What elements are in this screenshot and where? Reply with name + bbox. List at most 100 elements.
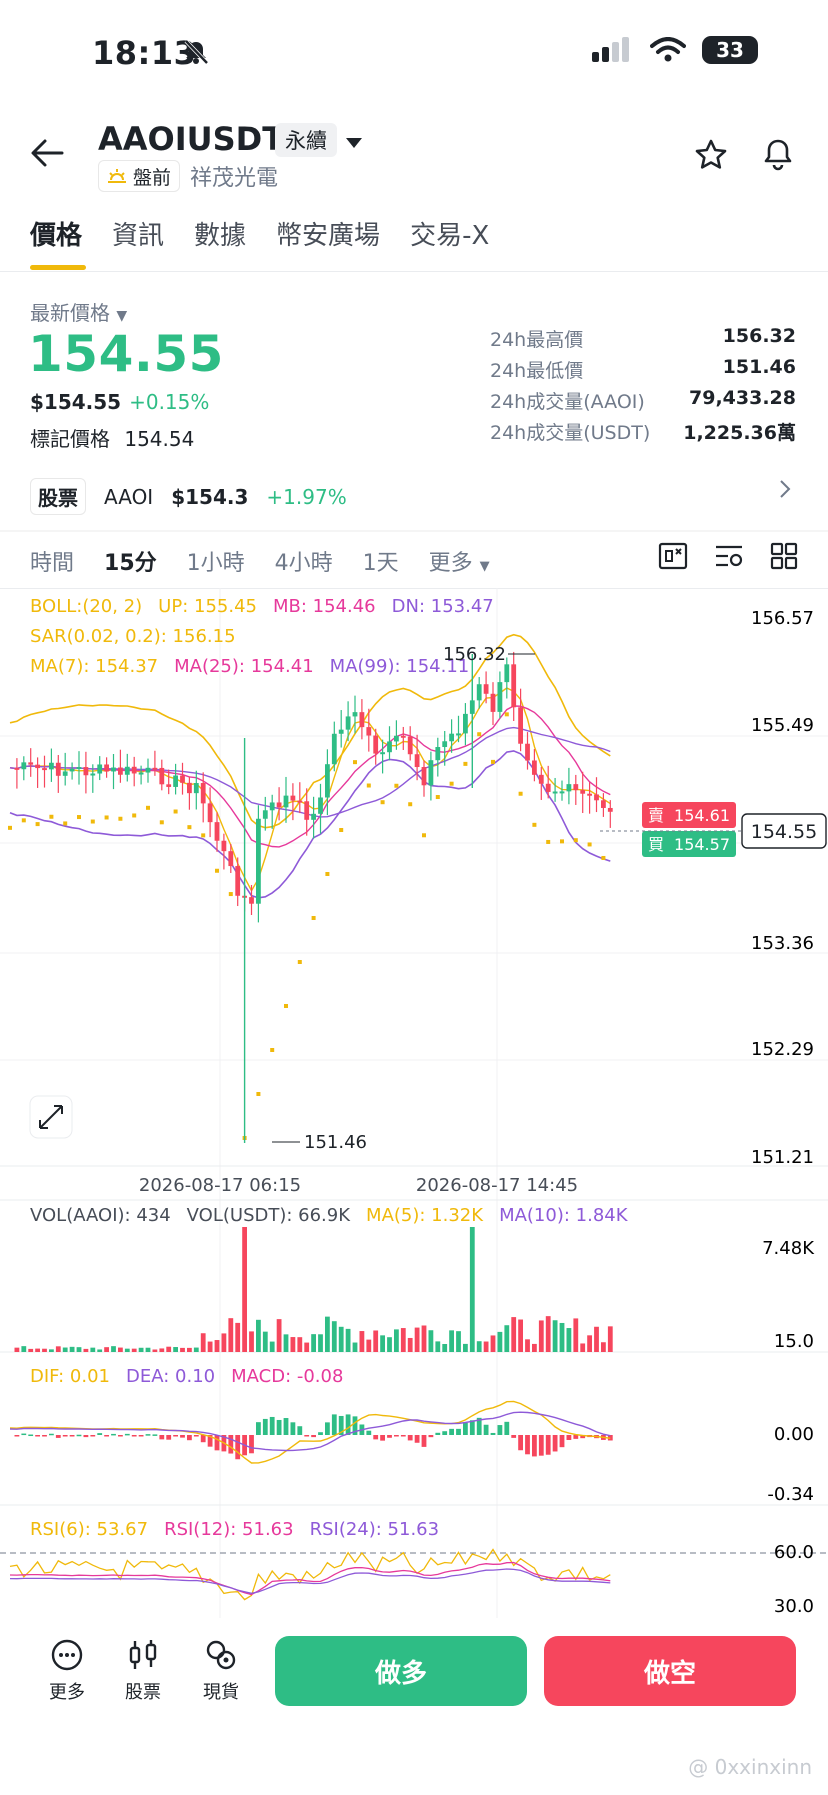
candle-body: [104, 764, 109, 772]
buy-price: 154.57: [674, 835, 730, 854]
stock-row[interactable]: 股票 AAOI $154.3 +1.97%: [30, 478, 347, 515]
volume-tick: 15.0: [774, 1331, 814, 1352]
interval-1d[interactable]: 1天: [363, 545, 399, 577]
volume-bar: [580, 1343, 586, 1352]
grid-layout-icon[interactable]: [770, 542, 798, 570]
ma-legend: MA(7): 154.37 MA(25): 154.41 MA(99): 154.1…: [30, 656, 469, 677]
chart-style-icon[interactable]: [658, 542, 688, 570]
macd-bar: [42, 1435, 47, 1437]
volume-bar: [325, 1316, 330, 1352]
sar-dot: [560, 839, 564, 844]
macd-bar: [518, 1435, 523, 1451]
section-divider: [0, 530, 828, 532]
sar-dot: [132, 813, 137, 818]
spot-button[interactable]: 現貨: [186, 1638, 256, 1704]
candle-body: [256, 818, 261, 904]
sar-dot: [422, 833, 426, 838]
interval-1h[interactable]: 1小時: [187, 545, 245, 577]
volume-bar: [352, 1342, 358, 1352]
macd-bar: [435, 1432, 441, 1435]
candle-body: [428, 760, 434, 786]
macd-bar: [28, 1434, 34, 1437]
macd-bar: [180, 1435, 185, 1438]
volume-bar: [111, 1346, 116, 1352]
macd-bar: [483, 1424, 489, 1435]
macd-legend: DIF: 0.01 DEA: 0.10 MACD: -0.08: [30, 1366, 343, 1387]
interval-4h[interactable]: 4小時: [275, 545, 333, 577]
tab-trade-x[interactable]: 交易-X: [410, 215, 489, 252]
macd-bar: [318, 1432, 323, 1435]
price-tick: 151.21: [751, 1147, 814, 1168]
candle-body: [28, 762, 34, 765]
dropdown-triangle-icon[interactable]: [345, 134, 363, 153]
candle-body: [573, 784, 579, 791]
volume-bar: [235, 1322, 241, 1352]
macd-bar: [331, 1414, 337, 1435]
tab-data[interactable]: 數據: [194, 215, 246, 252]
back-arrow-icon[interactable]: [30, 138, 64, 172]
company-name: 祥茂光電: [190, 166, 279, 191]
rsi-tick: 60.0: [774, 1542, 814, 1563]
macd-bar: [545, 1435, 551, 1455]
symbol-title[interactable]: AAOIUSDT: [98, 120, 284, 158]
sar-dot: [90, 819, 95, 824]
signal-icon: [592, 37, 629, 62]
last-price-label[interactable]: 最新價格 ▼: [30, 297, 127, 326]
macd-bar: [573, 1435, 579, 1439]
sar-dot: [159, 820, 164, 825]
interval-15m[interactable]: 15分: [104, 545, 157, 577]
volume-bar: [83, 1348, 89, 1352]
macd-bar: [407, 1435, 413, 1441]
candle-body: [463, 713, 468, 734]
volume-bar: [290, 1337, 296, 1352]
tab-info[interactable]: 資訊: [112, 215, 164, 252]
volume-bar: [366, 1339, 372, 1352]
candle-body: [145, 767, 151, 773]
candle-body: [594, 794, 599, 801]
indicator-settings-icon[interactable]: [714, 542, 744, 570]
volume-bar: [304, 1342, 310, 1352]
candle-body: [42, 768, 47, 771]
star-icon[interactable]: [694, 138, 728, 176]
kline-chart[interactable]: BOLL:(20, 2) UP: 155.45 MB: 154.46 DN: 153.…: [0, 588, 828, 1618]
chart-tools: [658, 542, 798, 570]
interval-time[interactable]: 時間: [30, 545, 74, 577]
macd-bar: [297, 1426, 303, 1435]
volume-bar: [538, 1320, 544, 1352]
macd-bar: [111, 1433, 116, 1436]
stock-button[interactable]: 股票: [108, 1638, 178, 1704]
volume-bar: [221, 1333, 227, 1352]
more-button[interactable]: 更多: [32, 1638, 102, 1704]
candle-body: [456, 733, 461, 736]
volume-bar: [200, 1333, 206, 1352]
sar-dot: [380, 800, 385, 805]
sar-dot: [187, 825, 192, 830]
expand-icon[interactable]: [29, 1095, 73, 1139]
long-button[interactable]: 做多: [275, 1636, 527, 1706]
bell-icon[interactable]: [761, 137, 795, 177]
sar-dot: [366, 783, 371, 788]
high-marker: 156.32: [443, 644, 506, 665]
chevron-right-icon[interactable]: [778, 478, 792, 506]
candle-body: [187, 782, 192, 794]
short-button[interactable]: 做空: [544, 1636, 796, 1706]
macd-bar: [373, 1435, 379, 1440]
volume-bar: [469, 1227, 475, 1352]
rsi6-line: [9, 1548, 611, 1601]
candle-body: [269, 802, 275, 811]
macd-bar: [124, 1433, 130, 1436]
volume-bars: [14, 1227, 613, 1352]
sar-dot: [118, 816, 123, 821]
last-price: 154.55: [28, 325, 224, 383]
candle-body: [193, 783, 199, 794]
watermark: @ 0xxinxinn: [688, 1755, 812, 1779]
volume-bar: [152, 1349, 158, 1352]
interval-more[interactable]: 更多 ▼: [429, 545, 490, 577]
candle-body: [111, 767, 116, 772]
macd-bar: [35, 1435, 40, 1437]
candle-body: [490, 693, 496, 712]
macd-bar: [97, 1433, 103, 1435]
macd-bar: [118, 1435, 123, 1437]
tab-square[interactable]: 幣安廣場: [276, 215, 380, 252]
tab-price[interactable]: 價格: [30, 215, 86, 270]
